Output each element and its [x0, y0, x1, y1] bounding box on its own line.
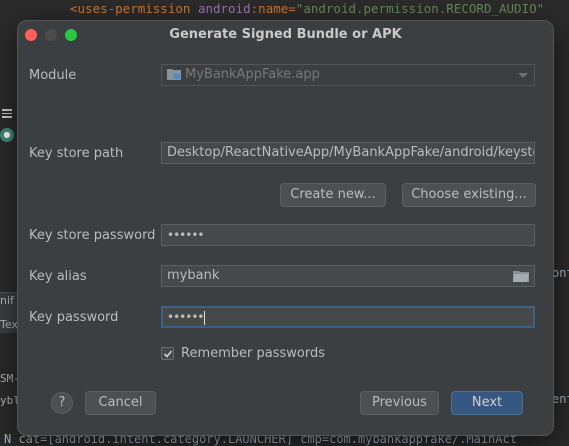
remember-passwords-label[interactable]: Remember passwords: [181, 346, 325, 361]
close-window-button[interactable]: [25, 29, 37, 41]
code-tag: <uses-permission: [70, 1, 191, 16]
background-left-text: Tex: [0, 318, 18, 331]
module-select[interactable]: MyBankAppFake.app: [161, 64, 535, 86]
editor-right-edge: [552, 18, 569, 446]
checkmark-icon: [163, 350, 173, 358]
cancel-button[interactable]: Cancel: [85, 391, 156, 415]
android-manifest-icon: [1, 108, 13, 120]
code-value: "android.permission.RECORD_AUDIO": [295, 1, 545, 16]
chevron-down-icon: [518, 73, 528, 78]
key-store-password-value: ••••••: [167, 228, 204, 242]
code-attr: android: [197, 1, 251, 16]
key-password-value: ••••••: [167, 310, 204, 324]
text-caret: [204, 310, 206, 325]
background-code-line: <uses-permission android:name="android.p…: [0, 0, 569, 20]
dialog-titlebar: Generate Signed Bundle or APK: [18, 21, 553, 49]
key-store-path-label: Key store path: [29, 146, 124, 161]
module-label: Module: [29, 68, 77, 83]
zoom-window-button[interactable]: [65, 29, 77, 41]
background-right-text: ent: [552, 392, 569, 406]
previous-button[interactable]: Previous: [360, 391, 439, 415]
module-folder-icon: [167, 69, 181, 80]
key-alias-label: Key alias: [29, 269, 87, 284]
key-store-password-label: Key store password: [29, 228, 156, 243]
dialog-title: Generate Signed Bundle or APK: [169, 27, 402, 42]
help-button[interactable]: ?: [51, 392, 73, 414]
folder-icon[interactable]: [513, 270, 529, 282]
remember-passwords-checkbox[interactable]: [161, 347, 174, 360]
key-alias-value: mybank: [167, 268, 220, 283]
choose-existing-button[interactable]: Choose existing...: [402, 183, 536, 207]
key-store-path-input[interactable]: Desktop/ReactNativeApp/MyBankAppFake/and…: [161, 142, 535, 164]
background-right-text: ont: [552, 266, 569, 280]
create-new-button[interactable]: Create new...: [280, 183, 386, 207]
android-icon: ●: [0, 128, 14, 142]
key-store-password-input[interactable]: ••••••: [161, 224, 535, 246]
next-button[interactable]: Next: [451, 391, 523, 415]
key-password-input[interactable]: ••••••: [161, 306, 535, 328]
module-value: MyBankAppFake.app: [185, 67, 320, 82]
code-colon: :name=: [250, 1, 296, 16]
key-password-label: Key password: [29, 310, 119, 325]
generate-signed-dialog: Generate Signed Bundle or APK Module MyB…: [17, 20, 554, 436]
key-alias-input[interactable]: mybank: [161, 265, 535, 287]
minimize-window-button[interactable]: [45, 29, 57, 41]
background-left-text: nif: [0, 294, 14, 307]
